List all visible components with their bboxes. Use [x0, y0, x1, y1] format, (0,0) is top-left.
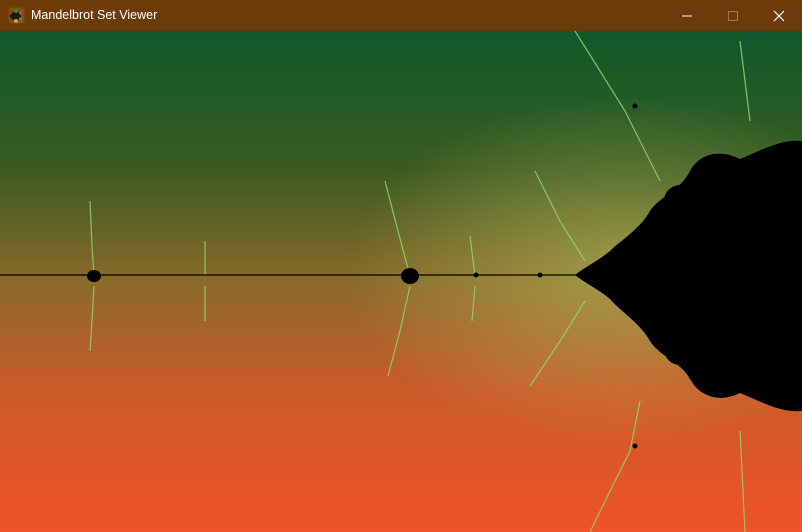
minimize-button[interactable]	[664, 0, 710, 31]
maximize-button[interactable]	[710, 0, 756, 31]
minibrot-center	[401, 268, 419, 284]
window-title: Mandelbrot Set Viewer	[31, 8, 158, 22]
close-icon	[773, 10, 785, 21]
fractal-canvas[interactable]	[0, 31, 802, 532]
minibrot-left	[87, 270, 101, 282]
maximize-icon	[728, 10, 738, 21]
mandelbrot-render	[0, 31, 802, 532]
minibrot-small-2	[537, 272, 543, 278]
title-bar[interactable]: Mandelbrot Set Viewer	[0, 0, 802, 31]
minimize-icon	[682, 15, 692, 16]
minibrot-small	[473, 272, 479, 278]
close-button[interactable]	[756, 0, 802, 31]
app-window: Mandelbrot Set Viewer	[0, 0, 802, 532]
mandelbrot-app-icon	[8, 7, 25, 24]
